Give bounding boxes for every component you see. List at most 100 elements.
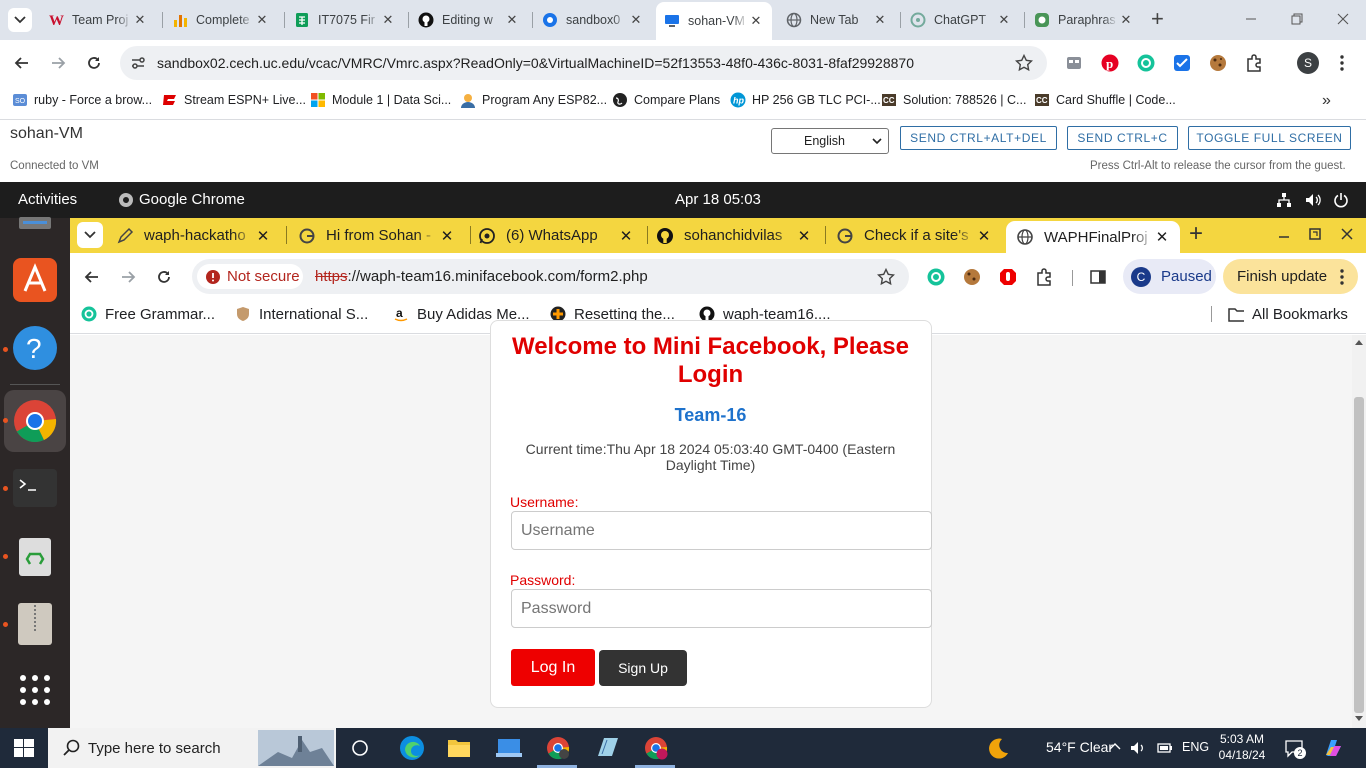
scroll-down-arrow-icon[interactable] — [1355, 716, 1363, 722]
chevron-up-icon[interactable] — [1109, 742, 1121, 750]
tab-search-button[interactable] — [8, 8, 32, 32]
site-info-icon[interactable] — [128, 53, 148, 73]
close-icon[interactable]: ✕ — [254, 12, 270, 28]
task-view-icon[interactable] — [351, 739, 369, 757]
cookie-icon[interactable] — [1208, 53, 1228, 73]
inner-maximize-button[interactable] — [1307, 226, 1323, 242]
remote-desktop-taskbar-icon[interactable] — [496, 737, 522, 759]
speaker-icon[interactable] — [1130, 740, 1146, 756]
signup-button[interactable]: Sign Up — [599, 650, 687, 686]
close-icon[interactable]: ✕ — [748, 13, 764, 29]
close-icon[interactable]: ✕ — [132, 12, 148, 28]
inner-tab-5-active[interactable]: WAPHFinalProj ✕ — [1006, 221, 1180, 253]
files-dock-icon[interactable] — [11, 210, 59, 236]
send-ctrl-c-button[interactable]: SEND CTRL+C — [1067, 126, 1178, 150]
bookmark-item[interactable]: CC Card Shuffle | Code... — [1034, 91, 1176, 109]
power-icon[interactable] — [1333, 192, 1349, 208]
inner-tab-3[interactable]: sohanchidvilas ✕ — [646, 218, 822, 253]
close-window-button[interactable] — [1334, 10, 1352, 28]
bookmark-item[interactable]: Program Any ESP82... — [460, 91, 607, 109]
close-icon[interactable]: ✕ — [1118, 12, 1134, 28]
forward-button[interactable] — [48, 53, 68, 73]
inner-close-window-button[interactable] — [1339, 226, 1355, 242]
terminal-dock-icon[interactable] — [11, 464, 59, 512]
language-select[interactable]: English — [771, 128, 889, 154]
close-icon[interactable]: ✕ — [1154, 228, 1170, 246]
inner-grammarly-icon[interactable] — [926, 267, 946, 287]
battery-icon[interactable] — [1157, 740, 1173, 756]
input-language[interactable]: ENG — [1182, 740, 1209, 754]
close-icon[interactable]: ✕ — [996, 12, 1012, 28]
inner-forward-button[interactable] — [118, 267, 138, 287]
profile-paused-button[interactable]: C Paused — [1123, 259, 1216, 294]
close-icon[interactable]: ✕ — [380, 12, 396, 28]
outer-tab-0[interactable]: W Team Proj ✕ — [40, 6, 156, 34]
username-input[interactable] — [511, 511, 932, 550]
close-icon[interactable]: ✕ — [439, 227, 455, 245]
taskbar-clock[interactable]: 5:03 AM 04/18/24 — [1212, 731, 1272, 763]
windows-start-button[interactable] — [14, 739, 34, 757]
notes-taskbar-icon[interactable] — [594, 736, 620, 760]
network-icon[interactable] — [1276, 192, 1292, 208]
inner-tab-0[interactable]: waph-hackatho ✕ — [106, 218, 281, 253]
inner-reload-button[interactable] — [154, 267, 174, 287]
ubuntu-clock[interactable]: Apr 18 05:03 — [675, 191, 761, 208]
new-tab-button[interactable]: + — [1151, 8, 1171, 32]
weather-text[interactable]: 54°F Clear — [1046, 739, 1113, 755]
bookmark-item[interactable]: Free Grammar... — [81, 305, 215, 323]
inner-extensions-puzzle-icon[interactable] — [1034, 267, 1054, 287]
more-bookmarks-icon[interactable]: » — [1322, 92, 1331, 110]
volume-icon[interactable] — [1305, 192, 1321, 208]
login-button[interactable]: Log In — [511, 649, 595, 686]
back-button[interactable] — [12, 53, 32, 73]
bookmark-item[interactable]: hp HP 256 GB TLC PCI-... — [730, 91, 881, 109]
side-panel-icon[interactable] — [1088, 267, 1108, 287]
chrome-profile-taskbar-icon[interactable] — [644, 736, 668, 760]
kebab-menu-icon[interactable] — [1332, 53, 1352, 73]
close-icon[interactable]: ✕ — [628, 12, 644, 28]
close-icon[interactable]: ✕ — [255, 227, 271, 245]
scroll-up-arrow-icon[interactable] — [1355, 339, 1363, 345]
outer-tab-4[interactable]: sandbox0 ✕ — [534, 6, 652, 34]
close-icon[interactable]: ✕ — [976, 227, 992, 245]
inner-bookmark-star-icon[interactable] — [876, 267, 896, 287]
inner-tab-2[interactable]: (6) WhatsApp ✕ — [468, 218, 644, 253]
outer-tab-7[interactable]: ChatGPT ✕ — [902, 6, 1020, 34]
outer-tab-5-active[interactable]: sohan-VM ✕ — [656, 2, 772, 40]
outer-tab-6[interactable]: New Tab ✕ — [778, 6, 896, 34]
bookmark-item[interactable]: Compare Plans — [612, 91, 720, 109]
minimize-button[interactable] — [1242, 10, 1260, 28]
bookmark-item[interactable]: SO ruby - Force a brow... — [12, 91, 152, 109]
extensions-puzzle-icon[interactable] — [1244, 53, 1264, 73]
outer-tab-3[interactable]: Editing w ✕ — [410, 6, 528, 34]
profile-avatar[interactable]: S — [1297, 52, 1319, 74]
not-secure-chip[interactable]: Not secure — [197, 264, 303, 289]
send-ctrl-alt-del-button[interactable]: SEND CTRL+ALT+DEL — [900, 126, 1057, 150]
inner-cookie-icon[interactable] — [962, 267, 982, 287]
outer-tab-1[interactable]: Complete ✕ — [164, 6, 278, 34]
copilot-icon[interactable] — [1322, 737, 1344, 759]
inner-tab-4[interactable]: Check if a site's ✕ — [826, 218, 1002, 253]
focused-app-name[interactable]: Google Chrome — [139, 191, 245, 208]
chrome-taskbar-icon[interactable] — [546, 736, 570, 760]
close-icon[interactable]: ✕ — [504, 12, 520, 28]
close-icon[interactable]: ✕ — [618, 227, 634, 245]
activities-button[interactable]: Activities — [18, 191, 77, 208]
taskbar-search-box[interactable]: Type here to search — [48, 728, 336, 768]
inner-tab-1[interactable]: Hi from Sohan - ✕ — [288, 218, 465, 253]
extension-icon[interactable] — [1064, 53, 1084, 73]
file-explorer-taskbar-icon[interactable] — [447, 737, 471, 759]
grammarly-icon[interactable] — [1136, 53, 1156, 73]
scrollbar-thumb[interactable] — [1354, 397, 1364, 713]
inner-new-tab-button[interactable]: + — [1189, 222, 1203, 246]
edge-taskbar-icon[interactable] — [399, 735, 425, 761]
checkbox-extension-icon[interactable] — [1172, 53, 1192, 73]
outer-tab-2[interactable]: IT7075 Fir ✕ — [286, 6, 404, 34]
trash-dock-icon[interactable] — [11, 532, 59, 580]
inner-url-text[interactable]: https://waph-team16.minifacebook.com/for… — [315, 268, 648, 285]
show-apps-grid-icon[interactable] — [11, 666, 59, 714]
help-dock-icon[interactable]: ? — [11, 324, 59, 372]
inner-minimize-button[interactable] — [1276, 226, 1292, 242]
outer-url-text[interactable]: sandbox02.cech.uc.edu/vcac/VMRC/Vmrc.asp… — [157, 55, 914, 71]
password-input[interactable] — [511, 589, 932, 628]
